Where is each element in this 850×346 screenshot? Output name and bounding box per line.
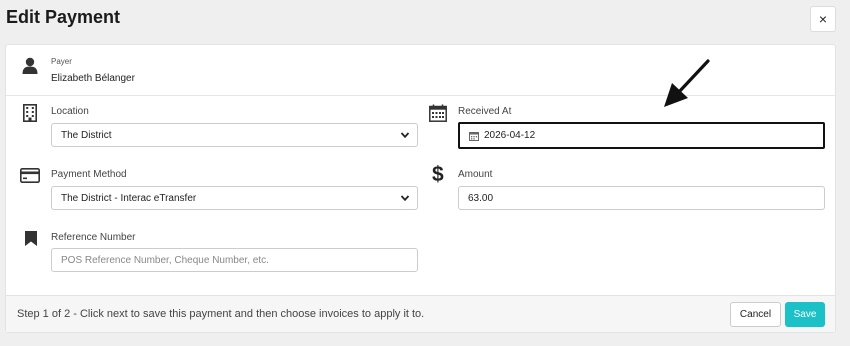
reference-number-input[interactable]: POS Reference Number, Cheque Number, etc… [51, 248, 418, 272]
amount-value: 63.00 [468, 192, 494, 204]
annotation-arrow-icon [664, 59, 710, 107]
chevron-down-icon [400, 193, 410, 206]
location-value: The District [61, 129, 112, 141]
payment-method-select[interactable]: The District - Interac eTransfer [51, 186, 418, 210]
location-select[interactable]: The District [51, 123, 418, 147]
payment-method-value: The District - Interac eTransfer [61, 192, 197, 204]
dollar-icon: $ [432, 163, 444, 186]
calendar-icon [429, 104, 447, 127]
close-button[interactable]: × [810, 6, 836, 32]
chevron-down-icon [400, 130, 410, 143]
amount-label: Amount [458, 169, 493, 180]
bookmark-icon [25, 231, 37, 251]
location-label: Location [51, 106, 89, 117]
reference-number-label: Reference Number [51, 232, 136, 243]
dialog-footer: Step 1 of 2 - Click next to save this pa… [6, 295, 835, 332]
user-icon [22, 57, 38, 79]
building-icon [23, 104, 37, 127]
received-at-date-input[interactable]: 2026-04-12 [458, 122, 825, 149]
payer-label: Payer [51, 57, 72, 66]
step-instruction: Step 1 of 2 - Click next to save this pa… [17, 308, 425, 320]
calendar-small-icon [469, 131, 479, 141]
dialog-title: Edit Payment [6, 7, 121, 27]
payment-method-label: Payment Method [51, 169, 127, 180]
received-at-value: 2026-04-12 [484, 130, 536, 141]
received-at-label: Received At [458, 106, 512, 117]
credit-card-icon [20, 168, 40, 188]
reference-number-placeholder: POS Reference Number, Cheque Number, etc… [61, 254, 269, 266]
payer-name: Elizabeth Bélanger [51, 73, 135, 84]
amount-input[interactable]: 63.00 [458, 186, 825, 210]
cancel-button[interactable]: Cancel [730, 302, 781, 327]
save-button[interactable]: Save [785, 302, 825, 327]
